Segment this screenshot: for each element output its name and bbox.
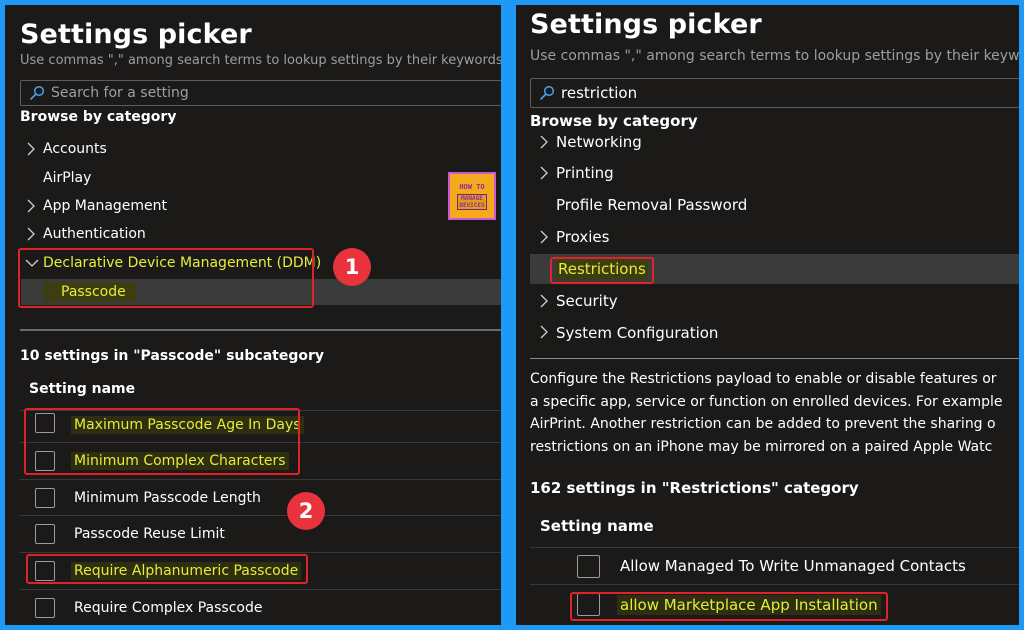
category-description: Configure the Restrictions payload to en… <box>530 368 1003 458</box>
settings-count-label: 162 settings in "Restrictions" category <box>530 479 859 497</box>
description-line: a specific app, service or function on e… <box>530 393 1003 410</box>
setting-name: allow Marketplace App Installation <box>617 594 881 615</box>
category-profile-removal-password[interactable]: Profile Removal Password <box>516 192 1019 218</box>
setting-name: Minimum Passcode Length <box>74 489 261 506</box>
page-subtitle: Use commas "," among search terms to loo… <box>20 53 501 68</box>
logo-line-2b: DEVICES <box>459 201 485 209</box>
chevron-right-icon <box>540 325 548 339</box>
logo-line-2: MANAGE DEVICES <box>457 193 487 210</box>
category-networking[interactable]: Networking <box>516 133 1019 155</box>
setting-name: Allow Managed To Write Unmanaged Contact… <box>620 557 966 575</box>
settings-count-label: 10 settings in "Passcode" subcategory <box>20 348 325 364</box>
category-label: Printing <box>556 164 614 182</box>
setting-row[interactable]: Require Alphanumeric Passcode <box>20 552 501 588</box>
browse-by-category-label: Browse by category <box>530 112 698 130</box>
search-input[interactable] <box>51 85 451 101</box>
category-system-configuration[interactable]: System Configuration <box>516 321 1019 343</box>
chevron-right-icon <box>540 230 548 244</box>
category-authentication[interactable]: Authentication <box>5 221 501 247</box>
page-title: Settings picker <box>20 19 252 50</box>
category-label: Passcode <box>43 282 136 302</box>
category-proxies[interactable]: Proxies <box>516 224 1019 250</box>
setting-checkbox[interactable] <box>35 597 55 618</box>
setting-name: Maximum Passcode Age In Days <box>71 416 304 434</box>
setting-name: Minimum Complex Characters <box>71 451 289 470</box>
search-box[interactable] <box>530 78 1019 108</box>
section-divider <box>20 329 501 331</box>
annotation-badge-1: 1 <box>333 248 371 286</box>
chevron-down-icon <box>25 259 39 267</box>
description-line: Configure the Restrictions payload to en… <box>530 371 997 387</box>
category-label: Declarative Device Management (DDM) <box>43 255 322 271</box>
column-header-setting-name[interactable]: Setting name <box>29 381 135 397</box>
setting-row[interactable]: allow Marketplace App Installation <box>530 584 1019 624</box>
category-security[interactable]: Security <box>516 288 1019 314</box>
chevron-right-icon <box>27 199 35 213</box>
how-to-manage-devices-logo: HOW TO MANAGE DEVICES <box>448 172 496 220</box>
category-declarative-device-management[interactable]: Declarative Device Management (DDM) <box>5 250 501 276</box>
category-label: Networking <box>556 133 642 151</box>
search-box[interactable] <box>20 80 501 106</box>
setting-checkbox[interactable] <box>577 593 600 616</box>
category-app-management[interactable]: App Management <box>5 193 501 219</box>
chevron-right-icon <box>27 227 35 241</box>
section-divider <box>530 358 1019 359</box>
setting-name: Require Alphanumeric Passcode <box>71 561 302 580</box>
search-input[interactable] <box>561 84 961 102</box>
category-label: Security <box>556 292 618 310</box>
setting-checkbox[interactable] <box>35 560 55 581</box>
setting-row[interactable]: Allow Managed To Write Unmanaged Contact… <box>530 547 1019 584</box>
search-icon <box>540 85 555 100</box>
category-printing[interactable]: Printing <box>516 160 1019 186</box>
setting-row[interactable]: Minimum Passcode Length <box>20 479 501 515</box>
category-label: Authentication <box>43 226 146 242</box>
settings-picker-panel-left: Settings picker Use commas "," among sea… <box>5 5 501 625</box>
annotation-badge-2: 2 <box>287 492 325 530</box>
setting-name: Passcode Reuse Limit <box>74 525 225 542</box>
category-restrictions[interactable]: Restrictions <box>530 254 1019 284</box>
setting-checkbox[interactable] <box>35 450 55 471</box>
logo-line-2a: MANAGE <box>461 194 483 202</box>
category-airplay[interactable]: AirPlay <box>5 165 501 191</box>
settings-picker-panel-right: Settings picker Use commas "," among sea… <box>516 5 1019 625</box>
category-label: Proxies <box>556 228 610 246</box>
category-accounts[interactable]: Accounts <box>5 136 501 162</box>
category-label: Profile Removal Password <box>556 196 748 214</box>
page-subtitle: Use commas "," among search terms to loo… <box>530 48 1019 64</box>
setting-name: Require Complex Passcode <box>74 599 263 616</box>
setting-checkbox[interactable] <box>35 487 55 508</box>
setting-checkbox[interactable] <box>35 413 55 433</box>
browse-by-category-label: Browse by category <box>20 109 177 125</box>
category-label: Restrictions <box>556 258 648 280</box>
search-icon <box>30 85 45 100</box>
category-label: System Configuration <box>556 324 719 342</box>
category-label: AirPlay <box>43 170 92 186</box>
chevron-right-icon <box>27 142 35 156</box>
column-header-setting-name[interactable]: Setting name <box>540 517 654 535</box>
description-line: restrictions on an iPhone may be mirrore… <box>530 438 993 455</box>
chevron-right-icon <box>540 136 548 149</box>
setting-checkbox[interactable] <box>577 554 600 578</box>
setting-row[interactable]: Maximum Passcode Age In Days <box>20 410 501 446</box>
setting-row[interactable]: Minimum Complex Characters <box>20 442 501 478</box>
logo-line-1: HOW TO <box>459 182 485 191</box>
chevron-right-icon <box>540 294 548 308</box>
chevron-right-icon <box>540 166 548 180</box>
page-title: Settings picker <box>530 9 762 40</box>
category-label: Accounts <box>43 141 107 157</box>
setting-row[interactable]: Require Complex Passcode <box>20 589 501 625</box>
subcategory-passcode[interactable]: Passcode <box>21 279 501 305</box>
setting-checkbox[interactable] <box>35 523 55 544</box>
setting-row[interactable]: Passcode Reuse Limit <box>20 515 501 551</box>
description-line: AirPrint. Another restriction can be add… <box>530 416 996 432</box>
category-label: App Management <box>43 198 168 214</box>
